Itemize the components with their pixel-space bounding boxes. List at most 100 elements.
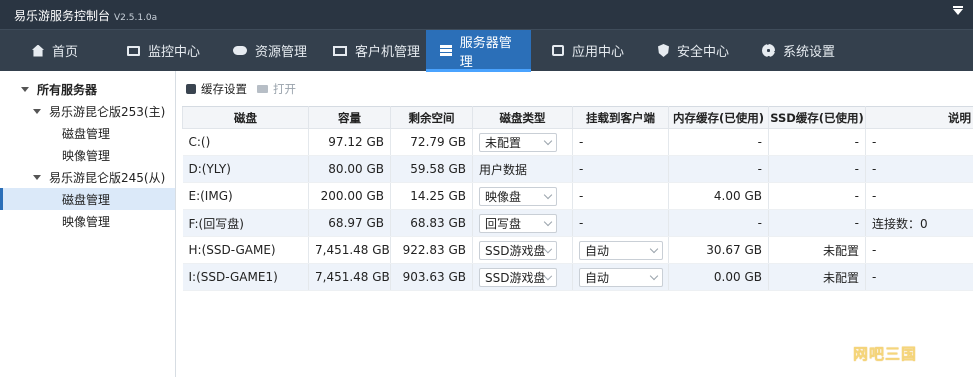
nav-monitor[interactable]: 监控中心: [119, 30, 208, 71]
cell-type: 映像盘: [472, 182, 573, 210]
title-bar: 易乐游服务控制台 V2.5.1.0a: [0, 0, 973, 29]
cell-mem-cache: 4.00 GB: [668, 182, 769, 210]
nav-clients[interactable]: 客户机管理: [325, 30, 428, 71]
cell-mount: -: [572, 128, 669, 156]
tree-server-2-disk[interactable]: 磁盘管理: [0, 188, 175, 210]
disk-toolbar: 缓存设置 打开: [186, 80, 306, 98]
col-type[interactable]: 磁盘类型: [472, 106, 573, 129]
server-icon: [440, 44, 452, 57]
table-row[interactable]: E:(IMG) 200.00 GB 14.25 GB 映像盘 - 4.00 GB…: [182, 182, 973, 210]
chevron-down-icon: [543, 136, 553, 145]
mount-select[interactable]: 自动: [579, 267, 663, 287]
cell-mem-cache: 0.00 GB: [668, 263, 769, 291]
folder-icon: [257, 85, 268, 93]
disk-type-select[interactable]: SSD游戏盘: [479, 267, 557, 287]
tree-server-2-image[interactable]: 映像管理: [0, 210, 175, 232]
server-tree: 所有服务器 易乐游昆仑版253(主) 磁盘管理 映像管理 易乐游昆仑版245(从…: [0, 71, 176, 377]
cell-disk: F:(回写盘): [182, 209, 309, 237]
cell-free: 59.58 GB: [390, 155, 473, 183]
col-note[interactable]: 说明: [865, 106, 973, 129]
shield-icon: [658, 44, 669, 57]
cell-free: 72.79 GB: [390, 128, 473, 156]
col-mount[interactable]: 挂载到客户端: [572, 106, 669, 129]
app-icon: [552, 45, 564, 56]
cell-capacity: 200.00 GB: [308, 182, 391, 210]
watermark-logo: 网吧三国: [853, 345, 918, 363]
nav-resources[interactable]: 资源管理: [225, 30, 315, 71]
chevron-down-icon: [543, 190, 553, 199]
cell-free: 922.83 GB: [390, 236, 473, 264]
cell-mem-cache: -: [668, 155, 769, 183]
cell-capacity: 7,451.48 GB: [308, 263, 391, 291]
chevron-down-icon: [543, 217, 553, 226]
nav-home[interactable]: 首页: [24, 30, 86, 71]
main-nav: 首页 监控中心 资源管理 客户机管理 服务器管理 应用中心 安全中心 系统设置: [0, 29, 973, 72]
table-row[interactable]: D:(YLY) 80.00 GB 59.58 GB 用户数据 - - - -: [182, 155, 973, 183]
chevron-down-icon: [649, 244, 659, 253]
table-row[interactable]: I:(SSD-GAME1) 7,451.48 GB 903.63 GB SSD游…: [182, 263, 973, 291]
nav-settings[interactable]: 系统设置: [754, 30, 843, 71]
nav-security[interactable]: 安全中心: [650, 30, 737, 71]
cell-free: 14.25 GB: [390, 182, 473, 210]
tree-server-1-image[interactable]: 映像管理: [0, 144, 175, 166]
disk-type-select[interactable]: 未配置: [479, 132, 557, 152]
chevron-down-icon[interactable]: [33, 174, 41, 180]
cell-mem-cache: 30.67 GB: [668, 236, 769, 264]
nav-apps[interactable]: 应用中心: [544, 30, 632, 71]
cell-disk: I:(SSD-GAME1): [182, 263, 309, 291]
chevron-down-icon[interactable]: [33, 108, 41, 114]
cell-capacity: 80.00 GB: [308, 155, 391, 183]
cell-note: -: [865, 128, 973, 156]
col-free[interactable]: 剩余空间: [390, 106, 473, 129]
cell-note: -: [865, 236, 973, 264]
chevron-down-icon[interactable]: [21, 86, 29, 92]
chevron-down-icon: [649, 271, 659, 280]
col-mem-cache[interactable]: 内存缓存(已使用): [668, 106, 769, 129]
app-version: V2.5.1.0a: [114, 13, 158, 23]
chevron-down-icon: [544, 271, 553, 280]
tree-server-1[interactable]: 易乐游昆仑版253(主): [0, 100, 175, 122]
cell-disk: C:(): [182, 128, 309, 156]
cell-type: 用户数据: [472, 155, 573, 183]
cell-note: -: [865, 155, 973, 183]
mount-select[interactable]: 自动: [579, 240, 663, 260]
cell-capacity: 97.12 GB: [308, 128, 391, 156]
cell-capacity: 68.97 GB: [308, 209, 391, 237]
gear-icon: [762, 44, 775, 57]
app-title: 易乐游服务控制台 V2.5.1.0a: [14, 9, 158, 23]
cell-mount: -: [572, 209, 669, 237]
cell-disk: H:(SSD-GAME): [182, 236, 309, 264]
cell-type: 未配置: [472, 128, 573, 156]
cell-type: 回写盘: [472, 209, 573, 237]
cell-disk: E:(IMG): [182, 182, 309, 210]
window-menu-icon[interactable]: [953, 6, 963, 15]
nav-servers[interactable]: 服务器管理: [426, 30, 531, 72]
table-row[interactable]: H:(SSD-GAME) 7,451.48 GB 922.83 GB SSD游戏…: [182, 236, 973, 264]
table-row[interactable]: F:(回写盘) 68.97 GB 68.83 GB 回写盘 - - - 连接数：…: [182, 209, 973, 237]
open-button[interactable]: 打开: [257, 81, 296, 97]
disk-type-select[interactable]: 映像盘: [479, 186, 557, 206]
home-icon: [32, 44, 44, 57]
gamepad-icon: [233, 46, 247, 55]
col-capacity[interactable]: 容量: [308, 106, 391, 129]
chevron-down-icon: [544, 244, 553, 253]
table-row[interactable]: C:() 97.12 GB 72.79 GB 未配置 - - - -: [182, 128, 973, 156]
cell-note: -: [865, 182, 973, 210]
desktop-icon: [333, 45, 347, 56]
disk-type-select[interactable]: SSD游戏盘: [479, 240, 557, 260]
disk-table: 磁盘 容量 剩余空间 磁盘类型 挂载到客户端 内存缓存(已使用) SSD缓存(已…: [182, 106, 973, 291]
cell-free: 903.63 GB: [390, 263, 473, 291]
cell-ssd-cache: -: [768, 182, 866, 210]
cache-settings-button[interactable]: 缓存设置: [186, 81, 247, 97]
cell-ssd-cache: 未配置: [768, 236, 866, 264]
cache-icon: [186, 84, 196, 94]
col-disk[interactable]: 磁盘: [182, 106, 309, 129]
disk-type-select[interactable]: 回写盘: [479, 213, 557, 233]
tree-server-1-disk[interactable]: 磁盘管理: [0, 122, 175, 144]
cell-ssd-cache: -: [768, 155, 866, 183]
tree-root[interactable]: 所有服务器: [0, 78, 175, 100]
cell-free: 68.83 GB: [390, 209, 473, 237]
col-ssd-cache[interactable]: SSD缓存(已使用): [768, 106, 866, 129]
tree-server-2[interactable]: 易乐游昆仑版245(从): [0, 166, 175, 188]
table-header: 磁盘 容量 剩余空间 磁盘类型 挂载到客户端 内存缓存(已使用) SSD缓存(已…: [182, 106, 973, 129]
